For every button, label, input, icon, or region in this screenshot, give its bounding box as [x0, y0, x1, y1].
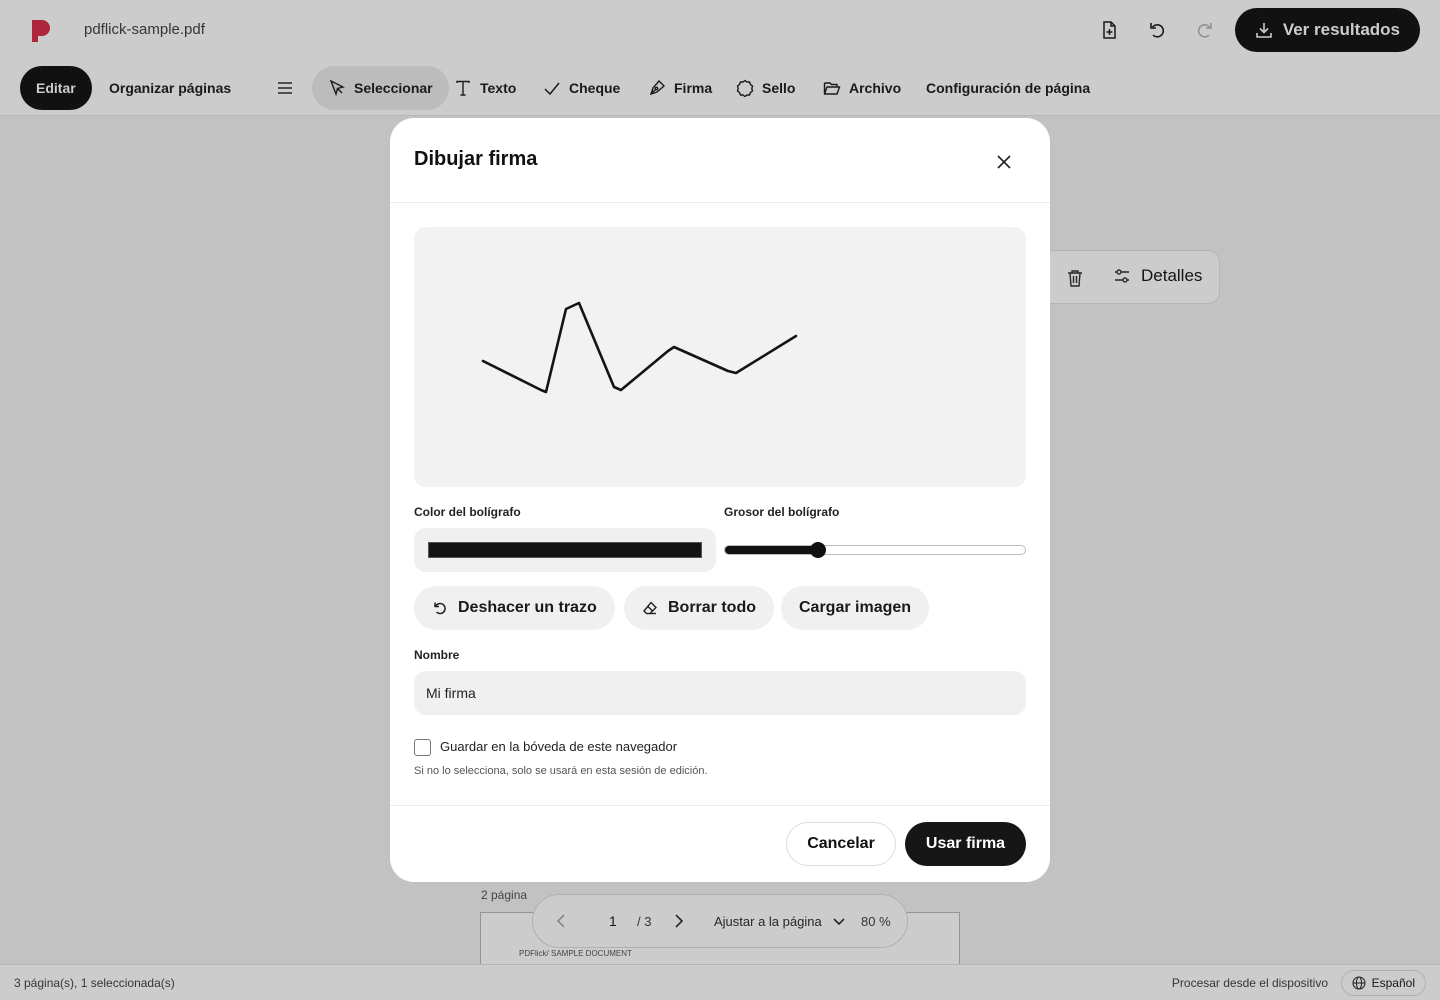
pen-thickness-label: Grosor del bolígrafo: [724, 505, 840, 519]
close-icon: [997, 155, 1011, 169]
use-signature-label: Usar firma: [925, 835, 1006, 852]
undo-icon: [434, 602, 446, 615]
pen-color-label: Color del bolígrafo: [414, 505, 521, 519]
signature-name-input[interactable]: [414, 671, 1026, 715]
slider-fill: [725, 546, 819, 554]
slider-thumb[interactable]: [809, 542, 826, 558]
pen-thickness-slider[interactable]: [724, 538, 1026, 562]
cancel-button[interactable]: Cancelar: [786, 822, 896, 866]
dialog-title: Dibujar firma: [414, 148, 538, 170]
eraser-icon: [643, 601, 657, 615]
clear-all-label: Borrar todo: [668, 599, 756, 616]
upload-image-button[interactable]: Cargar imagen: [781, 586, 930, 630]
signature-canvas[interactable]: [414, 227, 1026, 487]
cancel-label: Cancelar: [807, 835, 875, 852]
save-help-text: Si no lo selecciona, solo se usará en es…: [414, 765, 708, 777]
undo-stroke-label: Deshacer un trazo: [458, 599, 597, 616]
draw-signature-dialog: Dibujar firma Color del bolígrafo Grosor…: [390, 118, 1050, 882]
upload-image-label: Cargar imagen: [799, 599, 912, 616]
use-signature-button[interactable]: Usar firma: [905, 822, 1026, 866]
signature-stroke: [481, 301, 798, 394]
pen-color-picker[interactable]: [414, 528, 716, 572]
close-button[interactable]: [990, 148, 1018, 176]
slider-track: [724, 545, 1026, 555]
dialog-footer-divider: [390, 805, 1050, 806]
save-to-vault-checkbox[interactable]: [414, 739, 431, 756]
pen-color-swatch: [428, 542, 702, 558]
undo-stroke-button[interactable]: Deshacer un trazo: [414, 586, 615, 630]
save-to-vault-label[interactable]: Guardar en la bóveda de este navegador: [440, 739, 677, 754]
name-label: Nombre: [414, 648, 460, 662]
dialog-header-divider: [390, 202, 1050, 203]
clear-all-button[interactable]: Borrar todo: [624, 586, 774, 630]
